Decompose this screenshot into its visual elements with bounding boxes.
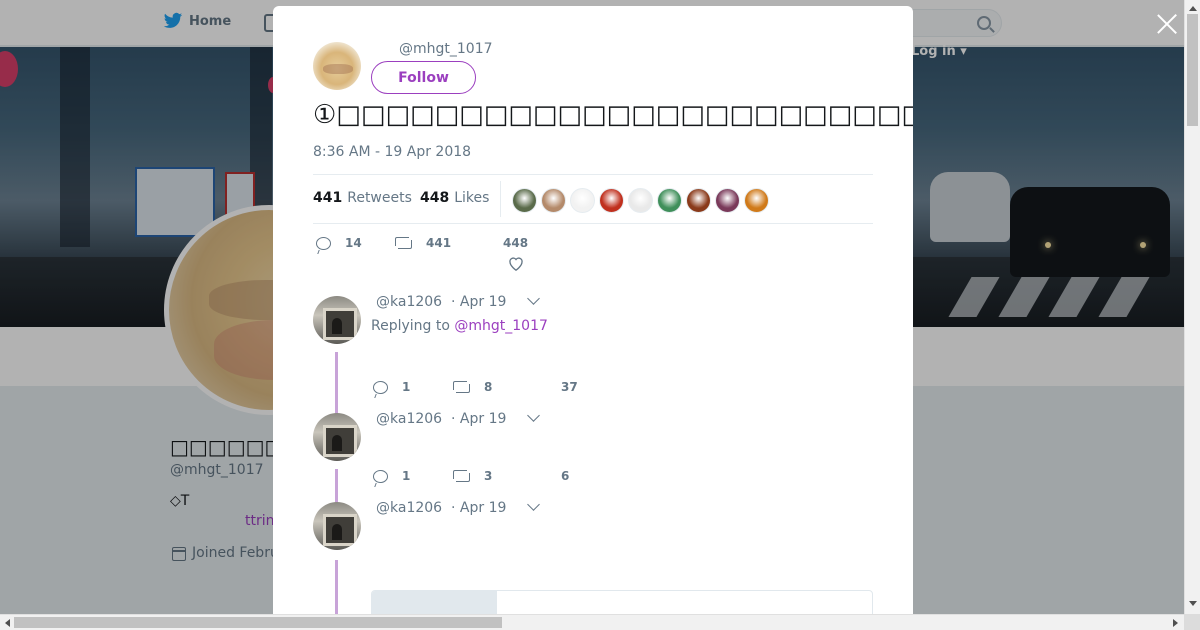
- chevron-down-icon[interactable]: [527, 409, 540, 422]
- horizontal-scroll-thumb[interactable]: [14, 617, 502, 628]
- scrollbar-corner: [1184, 614, 1200, 630]
- reply-avatar[interactable]: [313, 413, 361, 461]
- reply-count: 1: [402, 380, 411, 394]
- liker-avatar[interactable]: [657, 188, 682, 213]
- replying-to: Replying to @mhgt_1017: [371, 318, 548, 334]
- retweets-label: Retweets: [347, 190, 412, 206]
- liker-avatar[interactable]: [541, 188, 566, 213]
- chevron-down-icon[interactable]: [527, 292, 540, 305]
- like-action[interactable]: 37: [561, 380, 578, 394]
- follow-button[interactable]: Follow: [371, 61, 476, 94]
- retweet-icon: [450, 467, 473, 485]
- like-count: 37: [561, 380, 578, 394]
- replying-mention[interactable]: @mhgt_1017: [454, 318, 548, 334]
- retweet-count: 3: [484, 469, 493, 483]
- liker-avatar[interactable]: [715, 188, 740, 213]
- reply-date[interactable]: · Apr 19: [451, 411, 506, 427]
- liker-avatar[interactable]: [512, 188, 537, 213]
- chevron-down-icon[interactable]: [527, 498, 540, 511]
- like-action[interactable]: 448: [503, 236, 528, 271]
- retweet-count: 441: [426, 236, 452, 250]
- thread-line: [335, 352, 338, 414]
- horizontal-scrollbar[interactable]: [0, 614, 1184, 630]
- retweet-count: 8: [484, 380, 493, 394]
- heart-icon: [508, 257, 523, 271]
- like-action[interactable]: 6: [561, 469, 569, 483]
- like-count: 448: [503, 236, 529, 250]
- retweets-stat[interactable]: 441 Retweets: [313, 190, 412, 206]
- reply-avatar[interactable]: [313, 296, 361, 344]
- stats-divider: [500, 181, 501, 217]
- reply-icon: [316, 236, 331, 250]
- reply-date[interactable]: · Apr 19: [451, 294, 506, 310]
- reply-handle[interactable]: @ka1206: [376, 294, 442, 310]
- vertical-scroll-thumb[interactable]: [1187, 14, 1198, 126]
- liker-avatar[interactable]: [686, 188, 711, 213]
- retweet-action[interactable]: 441: [392, 234, 452, 252]
- reply-action[interactable]: 1: [373, 469, 410, 483]
- tweet-timestamp[interactable]: 8:36 AM - 19 Apr 2018: [313, 144, 471, 160]
- liker-avatar[interactable]: [599, 188, 624, 213]
- author-avatar[interactable]: [313, 42, 361, 90]
- reply-handle[interactable]: @ka1206: [376, 500, 442, 516]
- retweet-icon: [450, 378, 473, 396]
- likes-label: Likes: [454, 190, 490, 206]
- liker-avatar[interactable]: [628, 188, 653, 213]
- like-count: 6: [561, 469, 570, 483]
- reply-icon: [373, 380, 388, 394]
- liker-avatar[interactable]: [744, 188, 769, 213]
- reply-count: 1: [402, 469, 411, 483]
- close-icon[interactable]: [1155, 12, 1179, 36]
- reply-action[interactable]: 14: [316, 236, 362, 250]
- liker-avatar[interactable]: [570, 188, 595, 213]
- tweet-text: ①□□□□□□□□□□□□□□□□□□□□□□□□□□□□□□□□□□□□□□□…: [313, 100, 913, 130]
- tweet-text-visible: ①□□□□□□□□□□□□□□□□□□□□□□□□□□□□: [313, 100, 913, 130]
- retweets-count: 441: [313, 190, 343, 206]
- scroll-right-arrow-icon[interactable]: [1173, 619, 1182, 627]
- link-card[interactable]: [371, 590, 873, 614]
- reply-handle[interactable]: @ka1206: [376, 411, 442, 427]
- tweet-stats: 441 Retweets 448 Likes: [313, 174, 873, 224]
- tweet-modal: @mhgt_1017 Follow ①□□□□□□□□□□□□□□□□□□□□□…: [273, 6, 913, 614]
- author-handle[interactable]: @mhgt_1017: [399, 41, 493, 57]
- vertical-scrollbar[interactable]: [1184, 0, 1200, 614]
- link-card-thumbnail: [372, 591, 497, 614]
- scroll-down-arrow-icon[interactable]: [1189, 601, 1197, 610]
- replying-prefix: Replying to: [371, 318, 450, 334]
- likes-stat[interactable]: 448 Likes: [420, 190, 489, 206]
- reply-avatar[interactable]: [313, 502, 361, 550]
- reply-count: 14: [345, 236, 362, 250]
- reply-icon: [373, 469, 388, 483]
- reply-action[interactable]: 1: [373, 380, 410, 394]
- retweet-action[interactable]: 8: [450, 378, 493, 396]
- thread-line: [335, 560, 338, 614]
- scroll-left-arrow-icon[interactable]: [1, 619, 10, 627]
- likes-count: 448: [420, 190, 450, 206]
- scroll-up-arrow-icon[interactable]: [1189, 2, 1197, 11]
- reply-date[interactable]: · Apr 19: [451, 500, 506, 516]
- thread-line: [335, 469, 338, 503]
- retweet-icon: [392, 234, 415, 252]
- retweet-action[interactable]: 3: [450, 467, 493, 485]
